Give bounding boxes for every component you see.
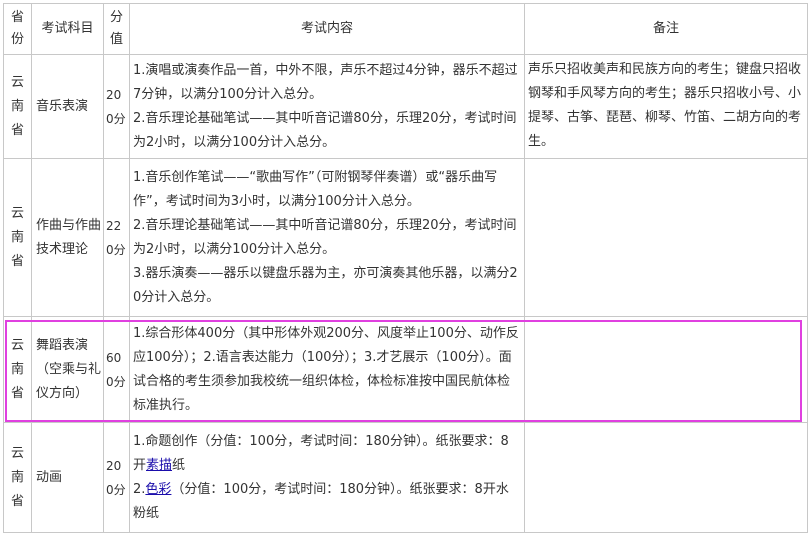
content-text: （分值：100分，考试时间：180分钟）。纸张要求：8开水粉纸 [133, 481, 509, 521]
notes-cell [524, 316, 808, 423]
table-row: 云南省 音乐表演 200分 1.演唱或演奏作品一首，中外不限，声乐不超过4分钟，… [3, 54, 808, 159]
content-line: 3.器乐演奏——器乐以键盘乐器为主，亦可演奏其他乐器，以满分20分计入总分。 [133, 265, 518, 305]
subject-cell: 作曲与作曲技术理论 [31, 158, 104, 317]
content-text: 纸 [172, 457, 186, 473]
content-line: 1.演唱或演奏作品一首，中外不限，声乐不超过4分钟，器乐不超过7分钟，以满分10… [133, 62, 518, 102]
notes-cell [524, 158, 808, 317]
score-cell: 200分 [103, 54, 130, 159]
header-subject: 考试科目 [31, 3, 104, 55]
subject-cell: 音乐表演 [31, 54, 104, 159]
notes-cell [524, 422, 808, 533]
content-line: 2.音乐理论基础笔试——其中听音记谱80分，乐理20分，考试时间为2小时，以满分… [133, 217, 517, 257]
score-cell: 220分 [103, 158, 130, 317]
header-notes: 备注 [524, 3, 808, 55]
province-cell: 云南省 [3, 54, 32, 159]
subject-cell: 舞蹈表演（空乘与礼仪方向） [31, 316, 104, 423]
keyword-link-sketch[interactable]: 素描 [146, 458, 172, 473]
province-cell: 云南省 [3, 158, 32, 317]
table-row: 云南省 舞蹈表演（空乘与礼仪方向） 600分 1.综合形体400分（其中形体外观… [3, 316, 808, 423]
province-cell: 云南省 [3, 422, 32, 533]
content-line: 1.音乐创作笔试——“歌曲写作”（可附钢琴伴奏谱）或“器乐曲写作”，考试时间为3… [133, 169, 498, 209]
header-province: 省份 [3, 3, 32, 55]
province-cell: 云南省 [3, 316, 32, 423]
content-cell: 1.命题创作（分值：100分，考试时间：180分钟）。纸张要求：8开素描纸 2.… [129, 422, 525, 533]
score-cell: 600分 [103, 316, 130, 423]
keyword-link-color[interactable]: 色彩 [145, 482, 171, 497]
content-line: 2.色彩（分值：100分，考试时间：180分钟）。纸张要求：8开水粉纸 [133, 478, 521, 526]
content-line: 1.命题创作（分值：100分，考试时间：180分钟）。纸张要求：8开素描纸 [133, 430, 521, 478]
content-line: 1.综合形体400分（其中形体外观200分、风度举止100分、动作反应100分）… [133, 325, 519, 413]
table-row: 云南省 动画 200分 1.命题创作（分值：100分，考试时间：180分钟）。纸… [3, 422, 808, 533]
score-cell: 200分 [103, 422, 130, 533]
content-cell: 1.音乐创作笔试——“歌曲写作”（可附钢琴伴奏谱）或“器乐曲写作”，考试时间为3… [129, 158, 525, 317]
content-cell: 1.综合形体400分（其中形体外观200分、风度举止100分、动作反应100分）… [129, 316, 525, 423]
content-cell: 1.演唱或演奏作品一首，中外不限，声乐不超过4分钟，器乐不超过7分钟，以满分10… [129, 54, 525, 159]
header-row: 省份 考试科目 分值 考试内容 备注 [3, 3, 808, 55]
exam-table: 省份 考试科目 分值 考试内容 备注 云南省 音乐表演 200分 1.演唱或演奏… [3, 3, 808, 533]
header-score: 分值 [103, 3, 130, 55]
content-text: 2. [133, 481, 146, 497]
content-text: 1.命题创作（分值：100分，考试时间：180分钟）。纸张要求：8开 [133, 433, 509, 473]
subject-cell: 动画 [31, 422, 104, 533]
content-line: 2.音乐理论基础笔试——其中听音记谱80分，乐理20分，考试时间为2小时，以满分… [133, 110, 517, 150]
header-content: 考试内容 [129, 3, 525, 55]
notes-cell: 声乐只招收美声和民族方向的考生；键盘只招收钢琴和手风琴方向的考生；器乐只招收小号… [524, 54, 808, 159]
table-row: 云南省 作曲与作曲技术理论 220分 1.音乐创作笔试——“歌曲写作”（可附钢琴… [3, 158, 808, 317]
